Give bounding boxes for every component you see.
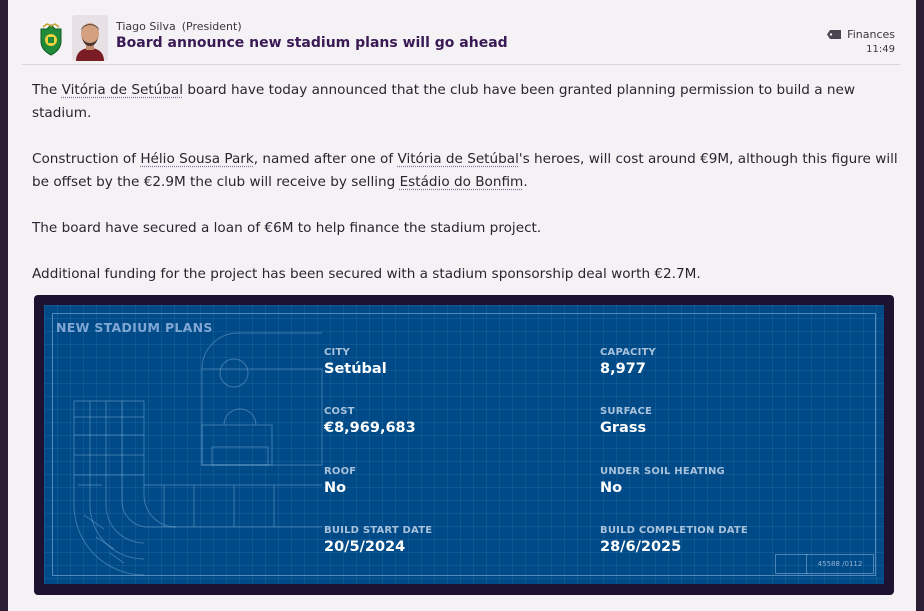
news-item-panel: Tiago Silva (President) Board announce ne… — [8, 0, 916, 611]
roof-field: ROOF No — [324, 466, 356, 496]
heating-field: UNDER SOIL HEATING No — [600, 466, 725, 496]
completion-date-label: BUILD COMPLETION DATE — [600, 525, 748, 536]
surface-value: Grass — [600, 420, 647, 436]
capacity-field: CAPACITY 8,977 — [600, 347, 656, 377]
surface-label: SURFACE — [600, 406, 653, 417]
message-title: Board announce new stadium plans will go… — [116, 35, 508, 51]
blueprint-panel: NEW STADIUM PLANS CITY Setúbal CAPACITY … — [44, 305, 884, 584]
tag-icon — [827, 30, 842, 39]
text: . — [523, 174, 528, 190]
cost-field: COST €8,969,683 — [324, 406, 416, 436]
message-body: The Vitória de Setúbal board have today … — [32, 79, 898, 309]
capacity-label: CAPACITY — [600, 347, 656, 358]
text: The — [32, 82, 62, 98]
stadium-plans-card: NEW STADIUM PLANS CITY Setúbal CAPACITY … — [34, 295, 894, 595]
club-link[interactable]: Vitória de Setúbal — [397, 151, 518, 167]
roof-value: No — [324, 480, 347, 496]
city-value: Setúbal — [324, 361, 387, 377]
blueprint-stamp-box — [775, 554, 808, 574]
old-stadium-link[interactable]: Estádio do Bonfim — [400, 174, 524, 190]
message-time: 11:49 — [866, 44, 895, 55]
completion-date-value: 28/6/2025 — [600, 539, 682, 555]
heating-label: UNDER SOIL HEATING — [600, 466, 725, 477]
category-label: Finances — [827, 28, 895, 41]
surface-field: SURFACE Grass — [600, 406, 652, 436]
heating-value: No — [600, 480, 623, 496]
header-divider — [22, 64, 900, 65]
text: Construction of — [32, 151, 141, 167]
cost-label: COST — [324, 406, 355, 417]
club-crest-icon[interactable] — [37, 23, 65, 57]
paragraph-1: The Vitória de Setúbal board have today … — [32, 79, 898, 125]
start-date-label: BUILD START DATE — [324, 525, 433, 536]
cost-value: €8,969,683 — [324, 420, 416, 436]
text: , named after one of — [253, 151, 398, 167]
plans-title: NEW STADIUM PLANS — [56, 320, 213, 335]
sender-role: (President) — [181, 20, 242, 33]
sender-name[interactable]: Tiago Silva — [116, 20, 176, 33]
new-stadium-link[interactable]: Hélio Sousa Park — [140, 151, 253, 167]
message-header: Tiago Silva (President) Board announce ne… — [8, 0, 916, 64]
city-label: CITY — [324, 347, 350, 358]
club-link[interactable]: Vitória de Setúbal — [62, 82, 183, 98]
blueprint-ref: 45588 /0112 — [806, 554, 874, 574]
paragraph-2: Construction of Hélio Sousa Park, named … — [32, 148, 898, 194]
category-text: Finances — [847, 28, 895, 41]
blueprint-frame — [52, 313, 876, 576]
roof-label: ROOF — [324, 466, 357, 477]
sender-avatar[interactable] — [72, 15, 108, 61]
completion-date-field: BUILD COMPLETION DATE 28/6/2025 — [600, 525, 748, 555]
city-field: CITY Setúbal — [324, 347, 387, 377]
paragraph-4: Additional funding for the project has b… — [32, 266, 701, 282]
paragraph-3: The board have secured a loan of €6M to … — [32, 220, 542, 236]
start-date-value: 20/5/2024 — [324, 539, 406, 555]
capacity-value: 8,977 — [600, 361, 646, 377]
start-date-field: BUILD START DATE 20/5/2024 — [324, 525, 432, 555]
sender-line: Tiago Silva (President) — [116, 20, 242, 33]
